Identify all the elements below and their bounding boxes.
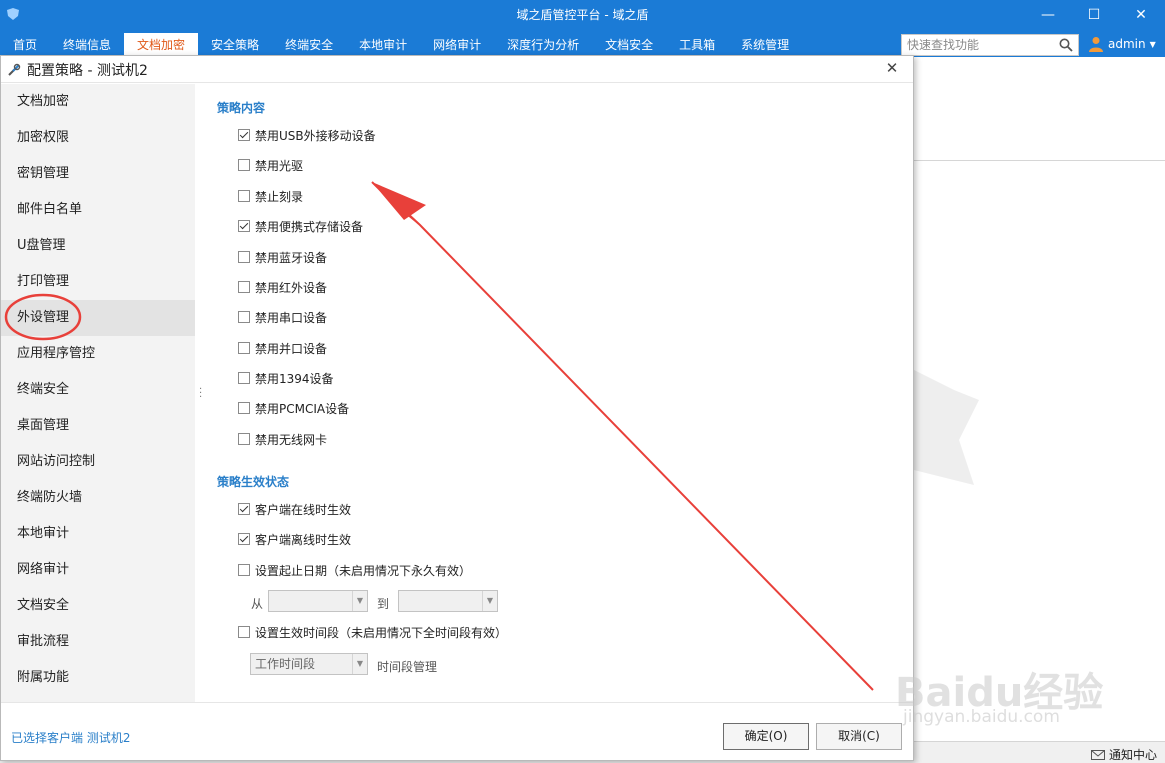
nav-security-policy[interactable]: 安全策略 (198, 33, 272, 57)
sidebar-item-key-manage[interactable]: 密钥管理 (1, 156, 195, 192)
window-close-button[interactable]: ✕ (1130, 5, 1152, 25)
sidebar-item-web-access[interactable]: 网站访问控制 (1, 444, 195, 480)
sidebar-item-network-audit[interactable]: 网络审计 (1, 552, 195, 588)
sidebar-item-doc-encryption[interactable]: 文档加密 (1, 84, 195, 120)
cancel-button[interactable]: 取消(C) (816, 723, 902, 750)
ok-button[interactable]: 确定(O) (723, 723, 809, 750)
search-icon[interactable] (1059, 38, 1073, 52)
checkbox[interactable] (238, 626, 250, 638)
background-decoration (914, 370, 979, 485)
sidebar-item-usb-manage[interactable]: U盘管理 (1, 228, 195, 264)
nav-local-audit[interactable]: 本地审计 (346, 33, 420, 57)
nav-system-manage[interactable]: 系统管理 (728, 33, 802, 57)
app-title-bar: 域之盾管控平台 - 域之盾 — ☐ ✕ 首页 终端信息 文档加密 安全策略 终端… (0, 0, 1165, 57)
checkbox[interactable] (238, 372, 250, 384)
nav-home[interactable]: 首页 (0, 33, 50, 57)
option-offline-effective[interactable]: 客户端离线时生效 (238, 532, 351, 547)
notification-label: 通知中心 (1108, 748, 1157, 762)
nav-doc-encryption[interactable]: 文档加密 (124, 33, 199, 57)
notification-center[interactable]: 通知中心 (1090, 746, 1157, 763)
workspace-divider (914, 160, 1165, 161)
option-disable-portable-storage[interactable]: 禁用便携式存储设备 (238, 219, 363, 234)
to-label: 到 (377, 597, 390, 611)
dialog-footer: 已选择客户端 测试机2 确定(O) 取消(C) (1, 702, 913, 760)
chevron-down-icon: ▼ (352, 591, 367, 611)
time-period-select[interactable]: 工作时间段 ▼ (250, 653, 368, 675)
mail-icon (1090, 749, 1105, 760)
sidebar-item-local-audit[interactable]: 本地审计 (1, 516, 195, 552)
sidebar-item-peripheral-manage[interactable]: 外设管理 (1, 300, 195, 336)
option-disable-parallel[interactable]: 禁用并口设备 (238, 341, 327, 356)
checkbox[interactable] (238, 402, 250, 414)
checkbox[interactable] (238, 533, 250, 545)
option-online-effective[interactable]: 客户端在线时生效 (238, 502, 351, 517)
dialog-title: 配置策略 - 测试机2 (27, 63, 148, 79)
top-nav: 首页 终端信息 文档加密 安全策略 终端安全 本地审计 网络审计 深度行为分析 … (0, 33, 802, 57)
nav-behavior-analysis[interactable]: 深度行为分析 (494, 33, 592, 57)
option-disable-cdrom[interactable]: 禁用光驱 (238, 158, 303, 173)
chevron-down-icon: ▼ (1149, 39, 1156, 49)
policy-content-title: 策略内容 (217, 101, 266, 115)
sidebar-item-app-control[interactable]: 应用程序管控 (1, 336, 195, 372)
nav-terminal-security[interactable]: 终端安全 (272, 33, 346, 57)
checkbox[interactable] (238, 251, 250, 263)
quick-search (901, 34, 1079, 56)
selected-client: 已选择客户端 测试机2 (11, 731, 131, 745)
user-menu[interactable]: admin ▼ (1088, 36, 1156, 52)
checkbox[interactable] (238, 129, 250, 141)
config-policy-dialog: 配置策略 - 测试机2 ✕ 文档加密 加密权限 密钥管理 邮件白名单 U盘管理 … (0, 55, 914, 761)
sidebar-item-encrypt-permission[interactable]: 加密权限 (1, 120, 195, 156)
search-input[interactable] (902, 35, 1052, 55)
option-disable-wifi[interactable]: 禁用无线网卡 (238, 432, 327, 447)
nav-doc-security[interactable]: 文档安全 (592, 33, 666, 57)
option-disable-1394[interactable]: 禁用1394设备 (238, 371, 334, 386)
option-disable-serial[interactable]: 禁用串口设备 (238, 310, 327, 325)
tools-icon (8, 63, 21, 76)
chevron-down-icon: ▼ (482, 591, 497, 611)
option-time-period[interactable]: 设置生效时间段（未启用情况下全时间段有效） (238, 625, 507, 640)
sidebar-item-approval-flow[interactable]: 审批流程 (1, 624, 195, 660)
checkbox[interactable] (238, 311, 250, 323)
checkbox[interactable] (238, 190, 250, 202)
option-disable-pcmcia[interactable]: 禁用PCMCIA设备 (238, 401, 349, 416)
baidu-watermark-url: jingyan.baidu.com (903, 707, 1060, 727)
policy-status-title: 策略生效状态 (217, 475, 290, 489)
end-date-select[interactable]: ▼ (398, 590, 498, 612)
option-disable-burning[interactable]: 禁止刻录 (238, 189, 303, 204)
sidebar-item-firewall[interactable]: 终端防火墙 (1, 480, 195, 516)
nav-toolbox[interactable]: 工具箱 (666, 33, 728, 57)
from-label: 从 (251, 597, 264, 611)
chevron-down-icon: ▼ (352, 654, 367, 674)
policy-content-panel: 策略内容 禁用USB外接移动设备 禁用光驱 禁止刻录 禁用便携式存储设备 禁用蓝… (195, 84, 913, 702)
sidebar-item-extra-functions[interactable]: 附属功能 (1, 660, 195, 696)
sidebar-item-desktop-manage[interactable]: 桌面管理 (1, 408, 195, 444)
checkbox[interactable] (238, 220, 250, 232)
option-disable-infrared[interactable]: 禁用红外设备 (238, 280, 327, 295)
user-icon (1089, 37, 1103, 52)
checkbox[interactable] (238, 342, 250, 354)
option-disable-usb[interactable]: 禁用USB外接移动设备 (238, 128, 376, 143)
dialog-sidebar: 文档加密 加密权限 密钥管理 邮件白名单 U盘管理 打印管理 外设管理 应用程序… (1, 84, 195, 702)
sidebar-item-print-manage[interactable]: 打印管理 (1, 264, 195, 300)
nav-terminal-info[interactable]: 终端信息 (50, 33, 124, 57)
checkbox[interactable] (238, 564, 250, 576)
sidebar-item-doc-security[interactable]: 文档安全 (1, 588, 195, 624)
window-title: 域之盾管控平台 - 域之盾 (516, 8, 649, 22)
user-name: admin (1108, 37, 1146, 51)
minimize-button[interactable]: — (1037, 5, 1059, 25)
start-date-select[interactable]: ▼ (268, 590, 368, 612)
option-disable-bluetooth[interactable]: 禁用蓝牙设备 (238, 250, 327, 265)
option-date-range[interactable]: 设置起止日期（未启用情况下永久有效） (238, 563, 471, 578)
time-period-manage-link[interactable]: 时间段管理 (377, 658, 437, 675)
dialog-header: 配置策略 - 测试机2 ✕ (1, 56, 913, 83)
sidebar-item-terminal-security[interactable]: 终端安全 (1, 372, 195, 408)
dialog-close-button[interactable]: ✕ (883, 59, 901, 77)
nav-network-audit[interactable]: 网络审计 (420, 33, 494, 57)
checkbox[interactable] (238, 433, 250, 445)
sidebar-item-mail-whitelist[interactable]: 邮件白名单 (1, 192, 195, 228)
maximize-button[interactable]: ☐ (1083, 5, 1105, 25)
checkbox[interactable] (238, 159, 250, 171)
checkbox[interactable] (238, 281, 250, 293)
checkbox[interactable] (238, 503, 250, 515)
